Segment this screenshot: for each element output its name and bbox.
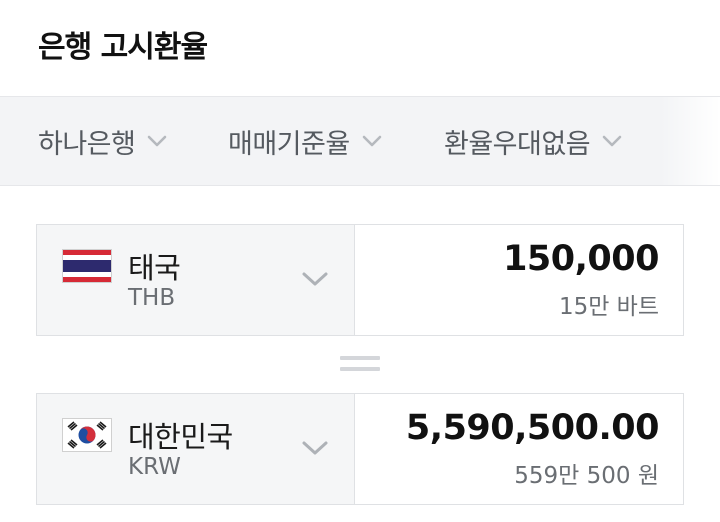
- filter-bar: 하나은행 매매기준율 환율우대없음: [0, 96, 720, 186]
- preference-dropdown-label: 환율우대없음: [444, 128, 591, 160]
- chevron-down-icon: [302, 272, 328, 286]
- chevron-down-icon: [602, 135, 622, 147]
- south-korea-flag-icon: [62, 418, 112, 452]
- from-currency-selector[interactable]: 태국 THB: [37, 225, 355, 335]
- rate-type-dropdown[interactable]: 매매기준율: [228, 123, 384, 160]
- to-country-name: 대한민국: [128, 420, 233, 454]
- bank-dropdown-label: 하나은행: [38, 128, 136, 160]
- from-amount-words: 15만 바트: [558, 294, 659, 320]
- to-amount-output[interactable]: 5,590,500.00 559만 500 원: [355, 394, 683, 504]
- chevron-down-icon: [362, 135, 382, 147]
- header: 은행 고시환율: [0, 0, 720, 96]
- from-currency-code: THB: [128, 285, 176, 311]
- to-amount: 5,590,500.00: [405, 408, 660, 448]
- bank-dropdown[interactable]: 하나은행: [38, 123, 169, 160]
- preference-dropdown[interactable]: 환율우대없음: [444, 123, 624, 160]
- equals-icon: [340, 354, 380, 374]
- rate-type-dropdown-label: 매매기준율: [228, 128, 350, 160]
- from-amount-input[interactable]: 150,000 15만 바트: [355, 225, 683, 335]
- page-title: 은행 고시환율: [38, 30, 208, 65]
- chevron-down-icon: [302, 441, 328, 455]
- to-currency-code: KRW: [128, 454, 181, 480]
- from-currency-row: 태국 THB 150,000 15만 바트: [36, 224, 684, 336]
- chevron-down-icon: [148, 135, 167, 147]
- to-amount-words: 559만 500 원: [514, 463, 659, 489]
- to-currency-selector[interactable]: 대한민국 KRW: [37, 394, 355, 504]
- from-amount: 150,000: [503, 239, 659, 279]
- scroll-fade: [660, 97, 720, 185]
- from-country-name: 태국: [128, 251, 181, 285]
- thailand-flag-icon: [62, 249, 112, 283]
- to-currency-row: 대한민국 KRW 5,590,500.00 559만 500 원: [36, 393, 684, 505]
